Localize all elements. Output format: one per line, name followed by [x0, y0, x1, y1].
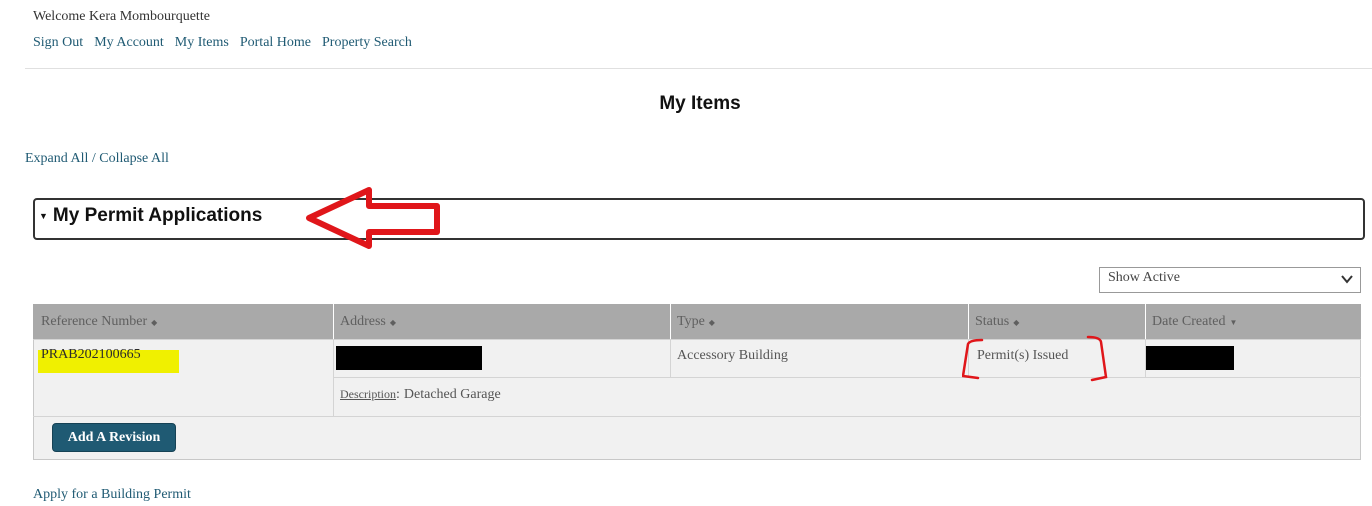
sort-icon: ◆: [389, 318, 397, 327]
status-filter-value: Show Active: [1108, 270, 1180, 285]
section-title[interactable]: ▼ My Permit Applications: [39, 205, 262, 227]
property-search-link[interactable]: Property Search: [322, 35, 412, 51]
welcome-text: Welcome Kera Mombourquette: [33, 9, 210, 24]
add-revision-button[interactable]: Add A Revision: [52, 423, 176, 452]
collapse-triangle-icon[interactable]: ▼: [39, 211, 48, 221]
redacted-date: [1146, 346, 1234, 370]
column-divider: [670, 339, 671, 377]
page-title: My Items: [659, 93, 741, 114]
row-divider: [33, 416, 1361, 417]
redacted-address: [336, 346, 482, 370]
column-header-type[interactable]: Type ◆: [677, 304, 715, 339]
type-cell: Accessory Building: [677, 348, 788, 363]
my-account-link[interactable]: My Account: [94, 35, 164, 51]
red-bracket-annotation-icon: [962, 335, 1108, 382]
description-colon: :: [396, 387, 400, 402]
column-divider: [333, 304, 334, 339]
row-divider: [33, 339, 1361, 340]
description-line: Description: Detached Garage: [340, 385, 501, 403]
apply-building-permit-link[interactable]: Apply for a Building Permit: [33, 487, 191, 503]
header-divider: [25, 68, 1372, 69]
my-items-link[interactable]: My Items: [175, 35, 229, 51]
sort-icon: ◆: [708, 318, 715, 327]
description-value: Detached Garage: [403, 387, 501, 402]
column-header-reference[interactable]: Reference Number ◆: [41, 304, 157, 339]
column-header-date-created[interactable]: Date Created ▼: [1152, 304, 1237, 339]
column-divider: [1145, 304, 1146, 339]
chevron-down-icon: [1341, 275, 1353, 284]
column-divider: [670, 304, 671, 339]
sort-desc-icon: ▼: [1229, 318, 1238, 327]
column-divider: [333, 339, 334, 416]
status-filter-select[interactable]: Show Active: [1099, 267, 1361, 293]
expand-collapse-link[interactable]: Expand All / Collapse All: [25, 151, 169, 167]
sort-icon: ◆: [151, 318, 158, 327]
description-label: Description: [340, 387, 396, 401]
sign-out-link[interactable]: Sign Out: [33, 35, 83, 51]
column-header-address[interactable]: Address ◆: [340, 304, 396, 339]
reference-number-link[interactable]: PRAB202100665: [41, 347, 141, 363]
portal-home-link[interactable]: Portal Home: [240, 35, 311, 51]
red-arrow-annotation-icon: [306, 187, 440, 249]
top-nav: Sign Out My Account My Items Portal Home…: [33, 35, 412, 51]
section-title-label: My Permit Applications: [52, 205, 263, 226]
sort-icon: ◆: [1013, 318, 1020, 327]
row-divider: [333, 377, 1361, 378]
